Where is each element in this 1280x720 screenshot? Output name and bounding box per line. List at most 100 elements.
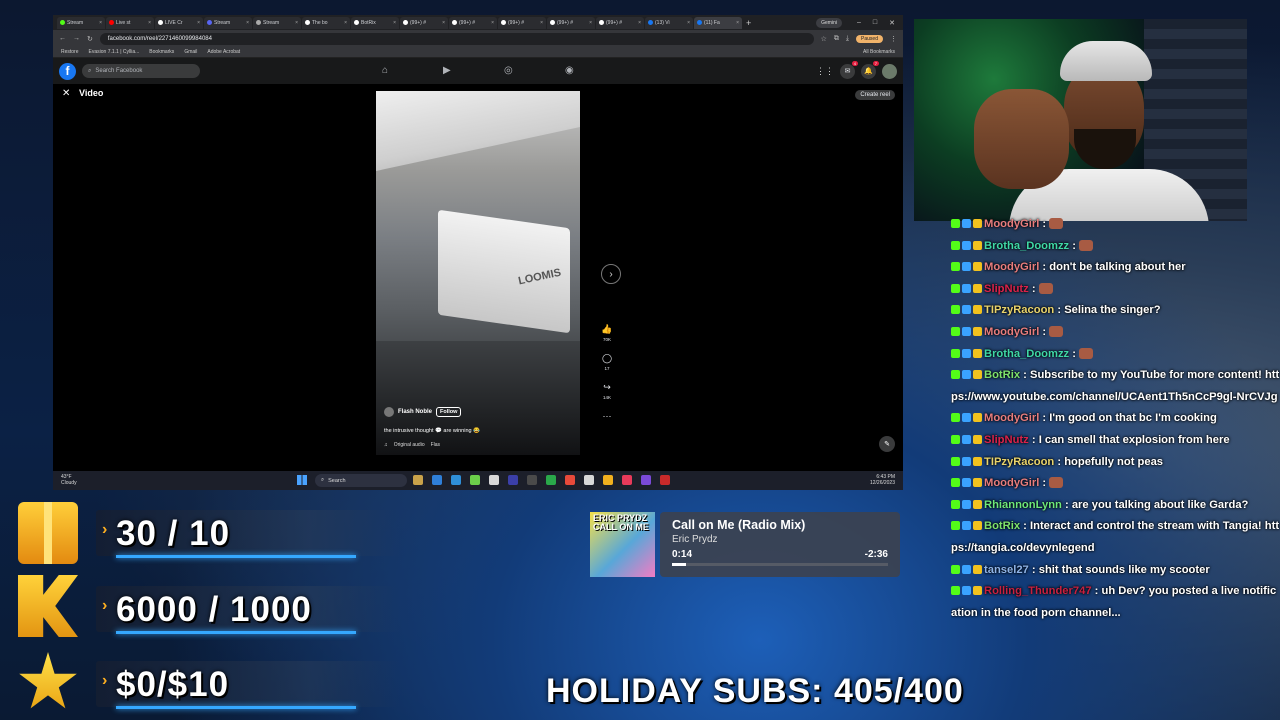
app-icon[interactable] — [470, 475, 480, 485]
taskbar-clock[interactable]: 6:43 PM 12/26/2023 — [870, 474, 895, 486]
chat-username[interactable]: TIPzyRacoon — [984, 456, 1054, 468]
chat-username[interactable]: SlipNutz — [984, 283, 1029, 295]
reel-video[interactable]: LOOMIS Flash Noble Follow the intrusive … — [376, 91, 580, 455]
star-bookmark-icon[interactable]: ☆ — [821, 35, 827, 43]
new-tab-button[interactable]: + — [746, 18, 751, 28]
store-icon[interactable] — [451, 475, 461, 485]
tab-close-icon[interactable]: × — [687, 20, 690, 26]
bookmark-item[interactable]: Evasion 7.1.1 | Cyllia... — [89, 49, 140, 55]
follow-button[interactable]: Follow — [436, 407, 462, 417]
bookmark-item[interactable]: Adobe Acrobat — [207, 49, 240, 55]
chat-username[interactable]: MoodyGirl — [984, 477, 1039, 489]
windows-start-icon[interactable] — [297, 475, 307, 485]
browser-tab[interactable]: (99+) # × — [498, 16, 546, 29]
forward-icon[interactable]: → — [73, 35, 80, 42]
tab-close-icon[interactable]: × — [442, 20, 445, 26]
browser-tab[interactable]: (99+) # × — [400, 16, 448, 29]
back-icon[interactable]: ← — [59, 35, 66, 42]
chat-username[interactable]: MoodyGirl — [984, 261, 1039, 273]
chat-username[interactable]: MoodyGirl — [984, 412, 1039, 424]
url-input[interactable]: facebook.com/reel/2271460099984084 — [99, 32, 814, 45]
tab-close-icon[interactable]: × — [148, 20, 151, 26]
menu-icon[interactable]: ⋮ — [890, 35, 897, 43]
reel-audio[interactable]: ♫ Original audio Flas — [384, 442, 440, 448]
notifications-icon[interactable]: 🔔 7 — [861, 60, 879, 79]
home-icon[interactable]: ⌂ — [382, 65, 388, 76]
browser-tab[interactable]: The bo × — [302, 16, 350, 29]
app-icon[interactable] — [660, 475, 670, 485]
chat-username[interactable]: SlipNutz — [984, 434, 1029, 446]
bookmark-item[interactable]: Restore — [61, 49, 79, 55]
download-icon[interactable]: ⤓ — [846, 35, 849, 43]
browser-tab[interactable]: (99+) # × — [449, 16, 497, 29]
app-icon[interactable] — [489, 475, 499, 485]
menu-grid-icon[interactable]: ⋮⋮ — [816, 66, 834, 77]
app-icon[interactable] — [584, 475, 594, 485]
gemini-button[interactable]: Gemini — [816, 17, 842, 28]
groups-icon[interactable]: ◎ — [504, 65, 513, 76]
tab-close-icon[interactable]: × — [540, 20, 543, 26]
profile-button[interactable]: Paused — [856, 34, 883, 43]
browser-tab[interactable]: LIVE Cr × — [155, 16, 203, 29]
chrome-icon[interactable] — [603, 475, 613, 485]
extensions-icon[interactable]: ⧉ — [834, 35, 839, 43]
browser-tab[interactable]: Stream × — [57, 16, 105, 29]
more-options-icon[interactable]: ⋯ — [603, 411, 612, 422]
browser-tab[interactable]: BotRix × — [351, 16, 399, 29]
close-icon[interactable]: ✕ — [62, 88, 70, 99]
browser-tab[interactable]: (11) Fa × — [694, 16, 742, 29]
tab-close-icon[interactable]: × — [246, 20, 249, 26]
author-name[interactable]: Flash Noble — [398, 409, 432, 415]
chat-username[interactable]: Brotha_Doomzz — [984, 240, 1069, 252]
browser-tab[interactable]: (99+) # × — [596, 16, 644, 29]
browser-tab[interactable]: Stream × — [204, 16, 252, 29]
tab-close-icon[interactable]: × — [99, 20, 102, 26]
messenger-icon[interactable]: ✉ 4 — [840, 60, 858, 79]
browser-tab[interactable]: Stream × — [253, 16, 301, 29]
facebook-search-input[interactable]: ⌕ Search Facebook — [82, 64, 200, 78]
share-icon[interactable]: ↪ — [603, 382, 611, 393]
avatar[interactable] — [882, 63, 897, 79]
tab-close-icon[interactable]: × — [491, 20, 494, 26]
minimize-icon[interactable]: – — [857, 19, 861, 27]
gaming-icon[interactable]: ◉ — [565, 65, 574, 76]
comment-icon[interactable]: ◯ — [602, 353, 612, 364]
app-icon[interactable] — [527, 475, 537, 485]
bookmark-item[interactable]: Gmail — [184, 49, 197, 55]
edge-icon[interactable] — [432, 475, 442, 485]
browser-tab[interactable]: (13) Vi × — [645, 16, 693, 29]
tab-close-icon[interactable]: × — [589, 20, 592, 26]
tab-close-icon[interactable]: × — [393, 20, 396, 26]
app-icon[interactable] — [565, 475, 575, 485]
chat-username[interactable]: Rolling_Thunder747 — [984, 585, 1092, 597]
next-reel-button[interactable]: › — [601, 264, 621, 284]
app-icon[interactable] — [641, 475, 651, 485]
author-avatar[interactable] — [384, 407, 394, 417]
reload-icon[interactable]: ↻ — [87, 35, 93, 43]
app-icon[interactable] — [622, 475, 632, 485]
tab-close-icon[interactable]: × — [736, 20, 739, 26]
premiere-icon[interactable] — [508, 475, 518, 485]
video-icon[interactable]: ▶ — [443, 65, 451, 76]
app-icon[interactable] — [546, 475, 556, 485]
tab-close-icon[interactable]: × — [638, 20, 641, 26]
all-bookmarks-button[interactable]: All Bookmarks — [863, 49, 895, 55]
bookmark-item[interactable]: Bookmarks — [149, 49, 174, 55]
facebook-logo[interactable]: f — [59, 62, 76, 80]
chat-username[interactable]: RhiannonLynn — [984, 499, 1062, 511]
like-icon[interactable]: 👍 — [601, 324, 612, 335]
chat-username[interactable]: Brotha_Doomzz — [984, 348, 1069, 360]
file-explorer-icon[interactable] — [413, 475, 423, 485]
chat-username[interactable]: MoodyGirl — [984, 218, 1039, 230]
edit-icon[interactable]: ✎ — [879, 436, 895, 452]
chat-username[interactable]: TIPzyRacoon — [984, 304, 1054, 316]
chat-username[interactable]: tansel27 — [984, 564, 1029, 576]
close-window-icon[interactable]: ✕ — [889, 19, 895, 27]
chat-username[interactable]: MoodyGirl — [984, 326, 1039, 338]
tab-close-icon[interactable]: × — [295, 20, 298, 26]
tab-close-icon[interactable]: × — [197, 20, 200, 26]
taskbar-search[interactable]: ⌕ Search — [315, 474, 407, 487]
chat-username[interactable]: BotRix — [984, 520, 1020, 532]
browser-tab[interactable]: Live st × — [106, 16, 154, 29]
create-reel-button[interactable]: Create reel — [855, 90, 895, 100]
